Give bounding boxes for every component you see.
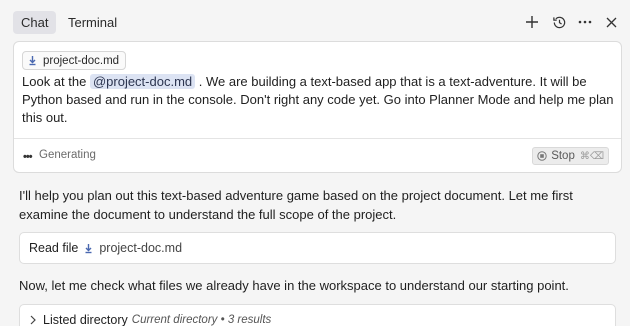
prompt-before: Look at the: [22, 74, 90, 89]
file-download-icon: [85, 243, 92, 253]
stop-shortcut: ⌘⌫: [579, 150, 604, 162]
listed-directory-tool-card[interactable]: Listed directory Current directory • 3 r…: [19, 304, 616, 326]
tab-chat[interactable]: Chat: [13, 11, 57, 34]
file-mention[interactable]: @project-doc.md: [89, 74, 196, 89]
generating-dots-icon: •••: [23, 151, 33, 163]
attached-file-name: project-doc.md: [43, 54, 120, 67]
composer-divider: [14, 138, 621, 139]
read-file-tool-card[interactable]: Read file project-doc.md: [19, 232, 616, 264]
tab-terminal[interactable]: Terminal: [60, 11, 125, 34]
stop-icon: [537, 151, 547, 161]
tool-file-name: project-doc.md: [99, 241, 183, 255]
history-icon[interactable]: [549, 12, 569, 32]
close-icon[interactable]: [601, 12, 621, 32]
plus-icon[interactable]: [522, 12, 542, 32]
tool-detail: Current directory • 3 results: [131, 314, 272, 326]
tool-verb: Read file: [29, 241, 79, 255]
chat-composer[interactable]: project-doc.md Look at the @project-doc.…: [13, 41, 622, 173]
chat-header: Chat Terminal: [0, 0, 630, 42]
tool-verb: Listed directory: [43, 313, 128, 326]
prompt-text: Look at the @project-doc.md . We are bui…: [22, 73, 614, 127]
stop-label: Stop: [551, 150, 575, 162]
attached-file-chip[interactable]: project-doc.md: [22, 51, 127, 70]
generating-status: Generating: [39, 149, 96, 161]
chevron-right-icon: [30, 315, 36, 325]
stop-button[interactable]: Stop ⌘⌫: [532, 147, 609, 165]
assistant-message-1: I'll help you plan out this text-based a…: [19, 188, 573, 222]
more-icon[interactable]: [575, 12, 595, 32]
assistant-message-2: Now, let me check what files we already …: [19, 278, 569, 293]
file-download-icon: [29, 56, 36, 66]
